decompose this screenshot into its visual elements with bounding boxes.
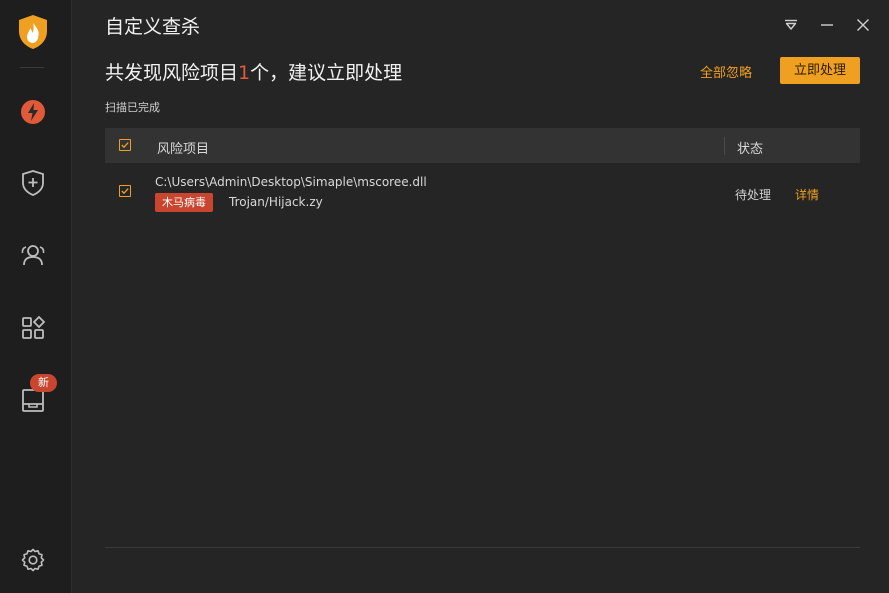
threat-name: Trojan/Hijack.zy bbox=[229, 195, 323, 209]
sidebar-divider bbox=[20, 67, 44, 68]
main-panel: 自定义查杀 共发现风险项目1个，建议立即处理 扫描已完成 全部忽略 立即处理 风… bbox=[73, 0, 889, 593]
menu-icon bbox=[785, 19, 797, 30]
minimize-button[interactable] bbox=[816, 14, 838, 36]
check-icon bbox=[121, 188, 129, 195]
table-header: 风险项目 状态 bbox=[105, 128, 860, 163]
gear-icon bbox=[21, 548, 45, 572]
file-path: C:\Users\Admin\Desktop\Simaple\mscoree.d… bbox=[155, 175, 427, 189]
row-status: 待处理 bbox=[735, 188, 772, 202]
minimize-icon bbox=[821, 24, 833, 26]
threat-type-tag: 木马病毒 bbox=[155, 193, 213, 212]
header-divider bbox=[724, 137, 725, 155]
risk-count: 1 bbox=[238, 62, 251, 84]
sidebar-item-settings[interactable] bbox=[17, 544, 49, 576]
sidebar-item-apps[interactable] bbox=[17, 312, 49, 344]
scan-status: 扫描已完成 bbox=[105, 101, 160, 114]
flame-shield-logo bbox=[17, 14, 49, 50]
risk-summary: 共发现风险项目1个，建议立即处理 bbox=[105, 58, 402, 85]
table-row: C:\Users\Admin\Desktop\Simaple\mscoree.d… bbox=[105, 170, 860, 216]
users-icon bbox=[21, 245, 45, 266]
details-link[interactable]: 详情 bbox=[795, 186, 819, 203]
sidebar-item-users[interactable] bbox=[17, 239, 49, 271]
new-badge: 新 bbox=[30, 374, 57, 392]
header-status: 状态 bbox=[737, 142, 764, 157]
check-icon bbox=[121, 142, 129, 149]
page-title: 自定义查杀 bbox=[105, 16, 201, 38]
sidebar-item-scan[interactable] bbox=[17, 96, 49, 128]
close-icon bbox=[857, 19, 869, 31]
handle-now-button[interactable]: 立即处理 bbox=[780, 57, 860, 84]
row-checkbox[interactable] bbox=[119, 185, 131, 197]
sidebar: 新 bbox=[0, 0, 72, 593]
select-all-checkbox[interactable] bbox=[119, 139, 131, 151]
sidebar-item-protection[interactable] bbox=[17, 167, 49, 199]
lightning-icon bbox=[21, 100, 45, 124]
shield-plus-icon bbox=[22, 170, 44, 196]
header-risk-item: 风险项目 bbox=[157, 142, 210, 157]
summary-prefix: 共发现风险项目 bbox=[105, 62, 239, 84]
apps-grid-icon bbox=[22, 315, 46, 339]
footer-divider bbox=[105, 547, 860, 548]
close-button[interactable] bbox=[852, 14, 874, 36]
ignore-all-link[interactable]: 全部忽略 bbox=[700, 62, 752, 81]
summary-suffix: 个，建议立即处理 bbox=[250, 62, 403, 84]
menu-button[interactable] bbox=[780, 14, 802, 36]
